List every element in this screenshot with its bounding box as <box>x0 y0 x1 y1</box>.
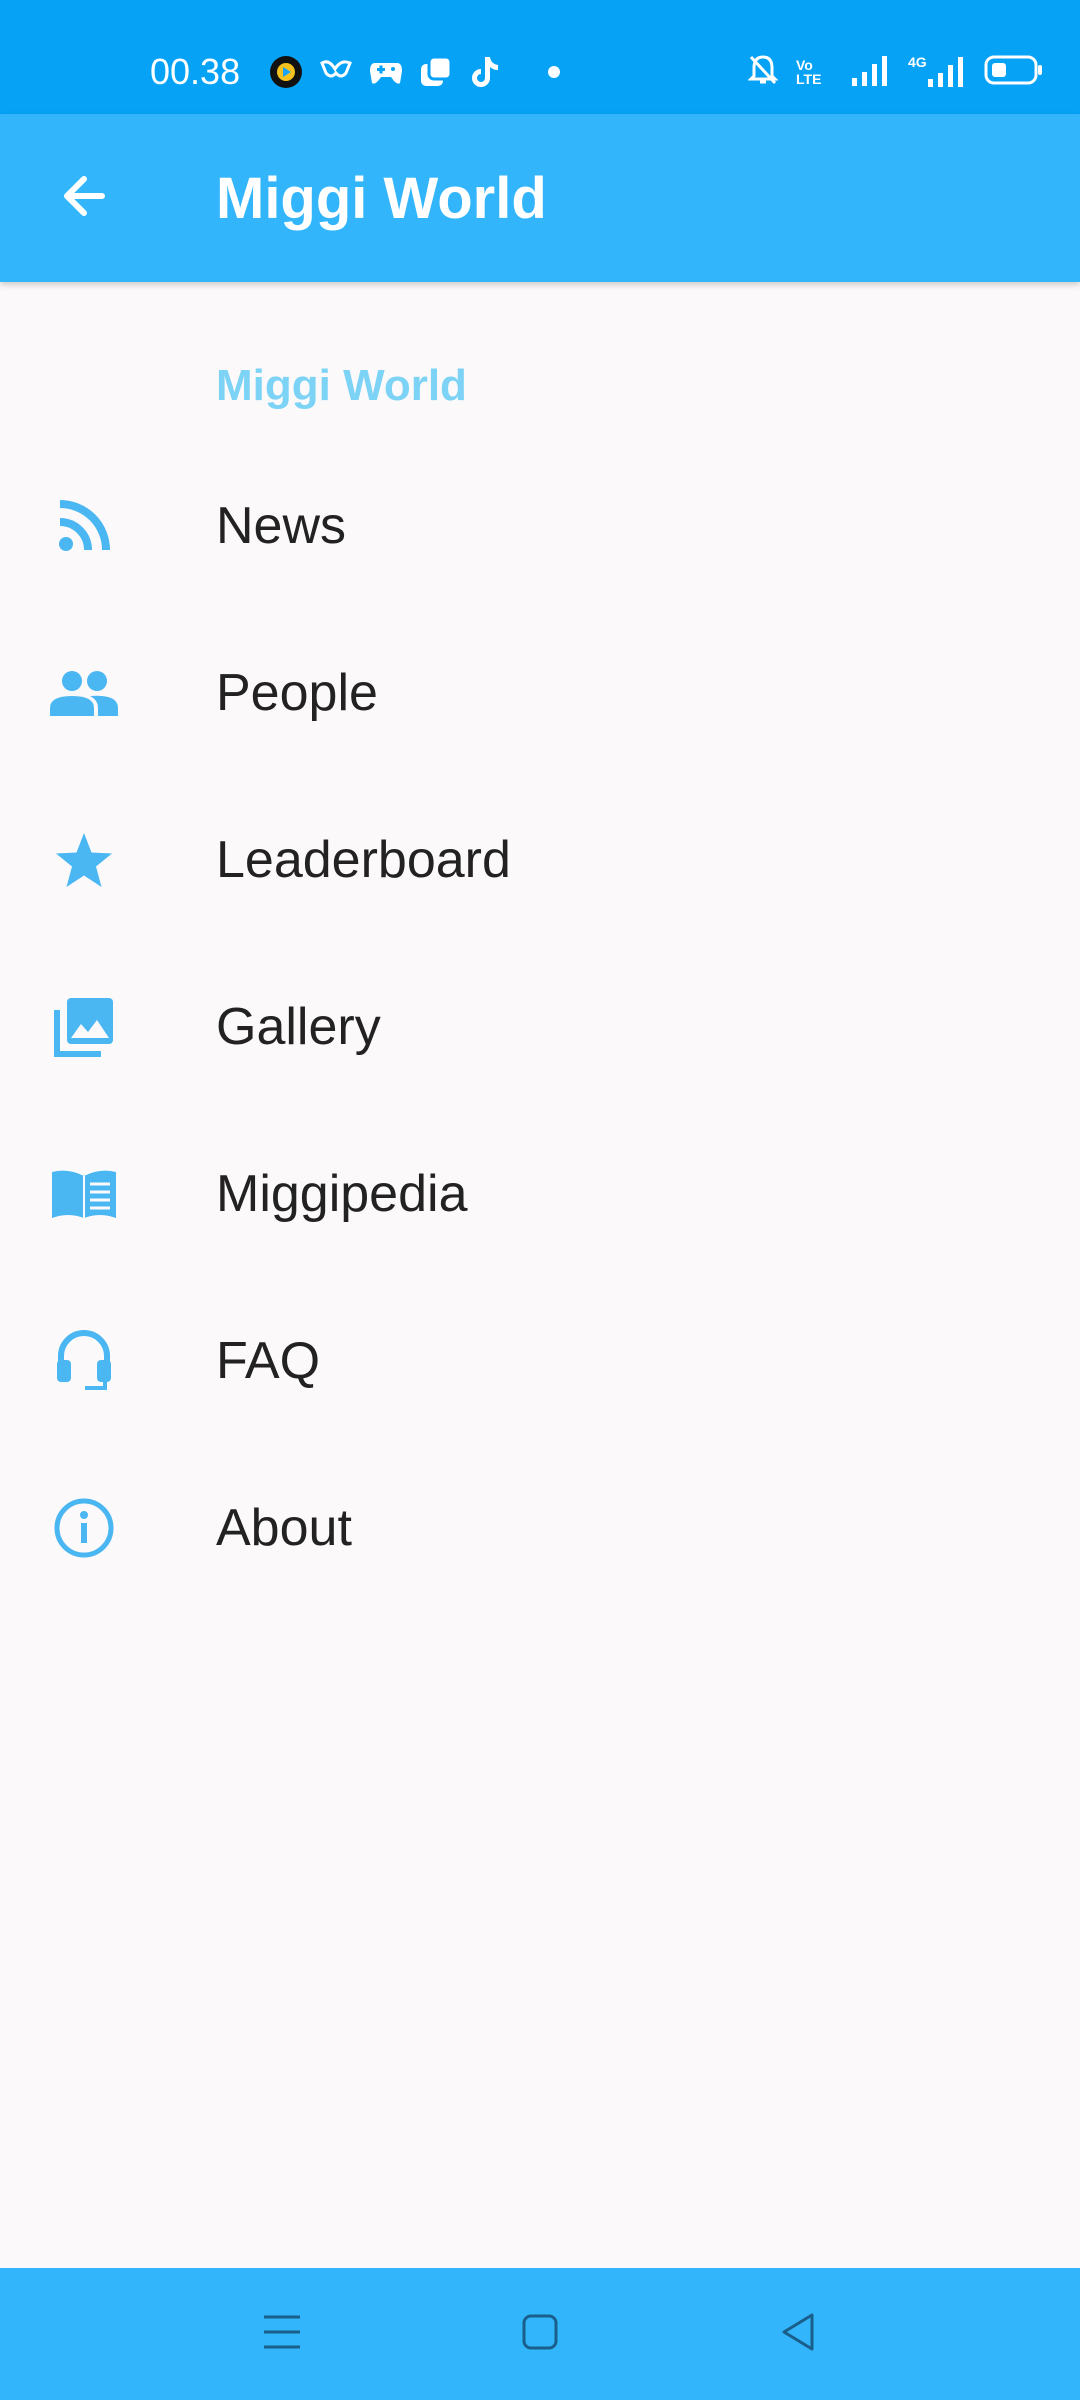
status-bar: 00.38 Vo LTE 4G <box>0 0 1080 114</box>
menu-list: News People Leaderboard Gallery Miggiped… <box>0 442 1080 1611</box>
page-title: Miggi World <box>216 166 547 231</box>
book-icon <box>46 1156 122 1232</box>
system-back-button[interactable] <box>758 2298 838 2370</box>
back-button[interactable] <box>44 158 124 238</box>
menu-item-news[interactable]: News <box>0 442 1080 609</box>
volte-icon: Vo LTE <box>796 57 822 87</box>
notification-dot <box>548 66 560 78</box>
app-bar: Miggi World <box>0 114 1080 282</box>
gamepad-icon <box>368 54 404 90</box>
home-square-icon <box>520 2312 560 2357</box>
signal-icon <box>850 54 890 91</box>
battery-icon <box>984 54 1044 91</box>
menu-item-label: Miggipedia <box>216 1164 468 1223</box>
info-icon <box>46 1490 122 1566</box>
recent-apps-button[interactable] <box>242 2298 322 2370</box>
signal-4g-icon: 4G <box>908 55 966 89</box>
menu-icon <box>262 2313 302 2356</box>
menu-item-label: About <box>216 1498 352 1557</box>
photo-library-icon <box>46 989 122 1065</box>
menu-item-label: Leaderboard <box>216 830 511 889</box>
menu-item-about[interactable]: About <box>0 1444 1080 1611</box>
section-title: Miggi World <box>216 361 467 410</box>
people-icon <box>46 655 122 731</box>
menu-item-gallery[interactable]: Gallery <box>0 943 1080 1110</box>
menu-item-people[interactable]: People <box>0 609 1080 776</box>
menu-item-label: People <box>216 663 378 722</box>
mute-bell-icon <box>747 54 779 91</box>
status-app-icons <box>268 52 560 92</box>
music-app-icon <box>268 54 304 90</box>
star-icon <box>46 822 122 898</box>
system-nav-bar <box>0 2268 1080 2400</box>
menu-item-label: News <box>216 496 347 555</box>
copy-app-icon <box>418 54 454 90</box>
rss-icon <box>46 488 122 564</box>
menu-item-leaderboard[interactable]: Leaderboard <box>0 776 1080 943</box>
arrow-left-icon <box>58 170 110 227</box>
home-button[interactable] <box>500 2298 580 2370</box>
menu-item-label: FAQ <box>216 1331 321 1390</box>
menu-item-label: Gallery <box>216 997 381 1056</box>
menu-item-miggipedia[interactable]: Miggipedia <box>0 1110 1080 1277</box>
status-time: 00.38 <box>150 51 241 92</box>
tiktok-icon <box>468 54 504 90</box>
butterfly-app-icon <box>318 54 354 90</box>
status-right-icons: Vo LTE 4G <box>747 52 1044 92</box>
headset-icon <box>46 1323 122 1399</box>
back-triangle-icon <box>778 2311 818 2358</box>
menu-item-faq[interactable]: FAQ <box>0 1277 1080 1444</box>
